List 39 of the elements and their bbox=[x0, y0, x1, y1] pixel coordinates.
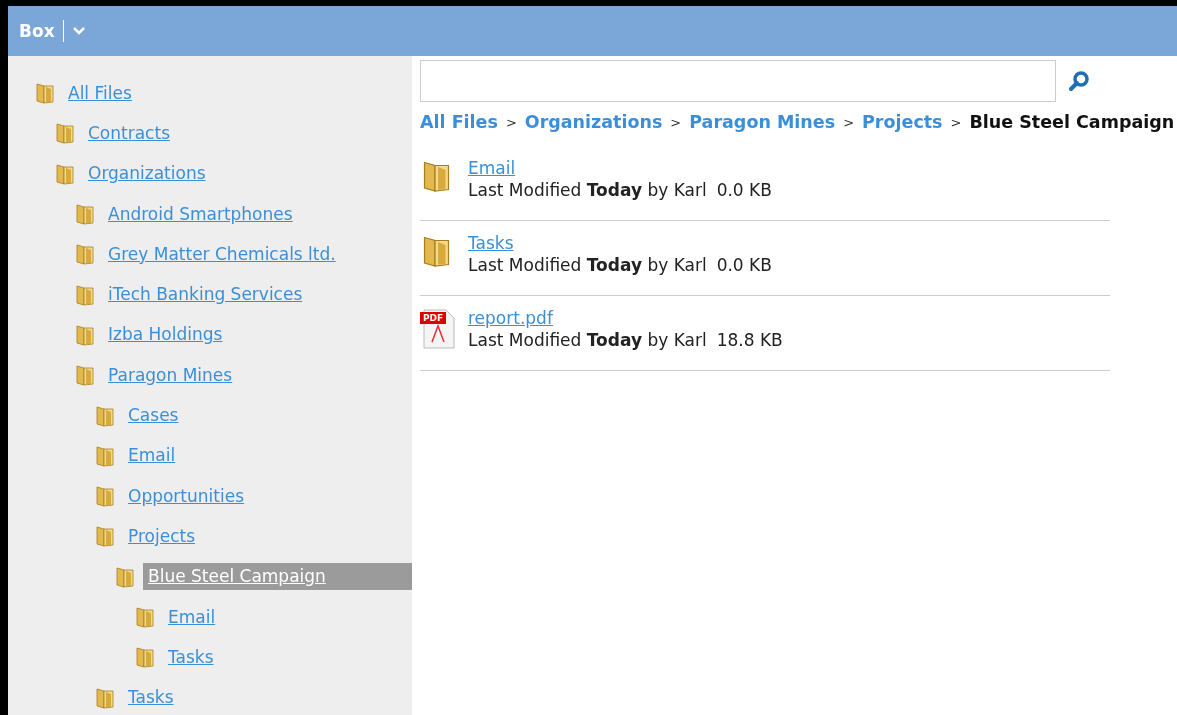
folder-link[interactable]: Cases bbox=[123, 402, 184, 429]
folder-link[interactable]: Grey Matter Chemicals ltd. bbox=[103, 240, 341, 268]
file-size: 0.0 KB bbox=[716, 255, 772, 275]
folder-link[interactable]: Projects bbox=[123, 522, 201, 550]
file-link[interactable]: report.pdf bbox=[468, 308, 783, 328]
folder-link[interactable]: Tasks bbox=[163, 643, 219, 671]
folder-link[interactable]: Izba Holdings bbox=[103, 321, 228, 349]
folder-link[interactable]: Email bbox=[163, 603, 221, 631]
breadcrumb-separator: > bbox=[950, 114, 962, 130]
folder-link[interactable]: Contracts bbox=[83, 119, 175, 147]
breadcrumb-link[interactable]: Organizations bbox=[524, 112, 663, 132]
folder-link[interactable]: Opportunities bbox=[123, 482, 249, 510]
modified-text: Last Modified Today by Karl bbox=[468, 330, 707, 350]
folder-link[interactable]: Email bbox=[123, 442, 181, 470]
app-title: Box bbox=[19, 21, 55, 41]
chevron-down-icon[interactable] bbox=[71, 26, 86, 36]
breadcrumb-link[interactable]: All Files bbox=[420, 112, 498, 132]
folder-link[interactable]: iTech Banking Services bbox=[103, 281, 308, 309]
file-link[interactable]: Tasks bbox=[468, 233, 772, 253]
file-size: 0.0 KB bbox=[716, 180, 772, 200]
search-field[interactable] bbox=[420, 60, 1056, 102]
folder-link[interactable]: Paragon Mines bbox=[103, 361, 238, 389]
modified-text: Last Modified Today by Karl bbox=[468, 180, 707, 200]
breadcrumb-separator: > bbox=[670, 114, 682, 130]
folder-link[interactable]: All Files bbox=[63, 79, 137, 107]
folder-link[interactable]: Android Smartphones bbox=[103, 200, 298, 228]
pdf-file-icon: PDF bbox=[420, 308, 456, 350]
folder-link[interactable]: Tasks bbox=[123, 684, 179, 712]
file-link[interactable]: Email bbox=[468, 158, 772, 178]
breadcrumb-link[interactable]: Blue Steel Campaign bbox=[969, 112, 1175, 132]
folder-link[interactable]: Blue Steel Campaign bbox=[143, 563, 412, 591]
search-icon[interactable] bbox=[1068, 70, 1090, 92]
breadcrumb-separator: > bbox=[843, 114, 855, 130]
file-size: 18.8 KB bbox=[716, 330, 783, 350]
breadcrumb-link[interactable]: Paragon Mines bbox=[689, 112, 836, 132]
folder-link[interactable]: Organizations bbox=[83, 160, 211, 188]
breadcrumb-separator: > bbox=[505, 114, 517, 130]
breadcrumb-link[interactable]: Projects bbox=[862, 112, 943, 132]
modified-text: Last Modified Today by Karl bbox=[468, 255, 707, 275]
